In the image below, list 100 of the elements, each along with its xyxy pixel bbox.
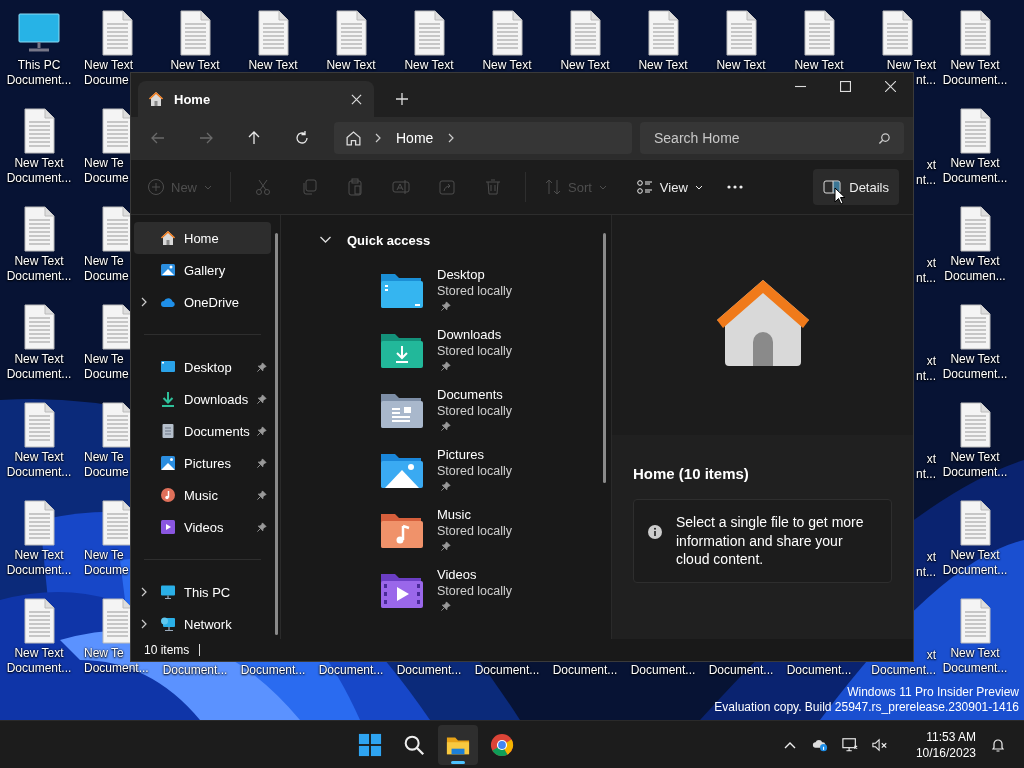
- file-name[interactable]: New Text: [950, 548, 1000, 563]
- nav-item[interactable]: Gallery: [134, 254, 271, 286]
- file-name[interactable]: New Text: [14, 156, 64, 171]
- chevron-right-icon[interactable]: [447, 133, 456, 143]
- tab[interactable]: Home: [138, 81, 374, 117]
- folder-name[interactable]: Pictures: [437, 447, 484, 463]
- text-file-icon[interactable]: [101, 500, 133, 546]
- file-name[interactable]: New Text: [950, 156, 1000, 171]
- file-name[interactable]: Document...: [6, 269, 72, 284]
- file-name[interactable]: xt: [926, 452, 936, 467]
- file-name[interactable]: Docume: [84, 73, 129, 88]
- list-icon[interactable]: [635, 178, 654, 196]
- text-file-icon[interactable]: [101, 402, 133, 448]
- chevron-right-icon[interactable]: [140, 619, 148, 629]
- file-name[interactable]: New Te: [84, 156, 124, 171]
- file-name[interactable]: nt...: [916, 173, 936, 188]
- file-name[interactable]: Document...: [942, 661, 1008, 676]
- file-name[interactable]: Docume: [84, 171, 129, 186]
- nav-item[interactable]: Network: [134, 608, 271, 640]
- file-name[interactable]: Docume: [84, 465, 129, 480]
- folder-name[interactable]: Videos: [437, 567, 477, 583]
- file-name[interactable]: Document...: [630, 663, 696, 678]
- file-name[interactable]: Document...: [942, 563, 1008, 578]
- file-name[interactable]: Document...: [6, 171, 72, 186]
- file-name[interactable]: New Text: [14, 352, 64, 367]
- clock-date[interactable]: 10/16/2023: [915, 744, 976, 761]
- chevron-right-icon[interactable]: [140, 297, 148, 307]
- file-name[interactable]: New Text: [950, 254, 1000, 269]
- file-name[interactable]: New Text: [950, 352, 1000, 367]
- file-name[interactable]: New Text: [14, 646, 64, 661]
- file-name[interactable]: New Text: [14, 254, 64, 269]
- details-button[interactable]: Details: [813, 169, 899, 205]
- file-name[interactable]: New Text: [794, 58, 844, 73]
- file-name[interactable]: nt...: [916, 369, 936, 384]
- scrollbar[interactable]: [275, 233, 278, 635]
- browser-icon[interactable]: [489, 732, 514, 757]
- file-name[interactable]: xt: [926, 354, 936, 369]
- monitor-icon[interactable]: [17, 10, 61, 54]
- file-name[interactable]: xt: [926, 256, 936, 271]
- text-file-icon[interactable]: [179, 10, 211, 56]
- file-name[interactable]: nt...: [916, 73, 936, 88]
- file-name[interactable]: Document...: [6, 563, 72, 578]
- home-icon[interactable]: [345, 129, 362, 147]
- text-file-icon[interactable]: [647, 10, 679, 56]
- file-name[interactable]: Document...: [942, 367, 1008, 382]
- folder-name[interactable]: Downloads: [437, 327, 502, 343]
- text-file-icon[interactable]: [23, 500, 55, 546]
- file-name[interactable]: New Text: [716, 58, 766, 73]
- monitor-icon[interactable]: [841, 736, 858, 753]
- file-name[interactable]: New Text: [950, 646, 1000, 661]
- file-name[interactable]: Document...: [6, 73, 72, 88]
- search-field[interactable]: Search Home: [640, 122, 904, 154]
- text-file-icon[interactable]: [23, 206, 55, 252]
- file-name[interactable]: New Text: [170, 58, 220, 73]
- text-file-icon[interactable]: [101, 10, 133, 56]
- bell-icon[interactable]: [990, 736, 1006, 753]
- file-name[interactable]: New Text: [14, 548, 64, 563]
- breadcrumb-item[interactable]: Home: [396, 130, 434, 146]
- arrow-up-icon[interactable]: [246, 130, 262, 146]
- nav-item[interactable]: Music: [134, 479, 271, 511]
- file-name[interactable]: New Text: [950, 58, 1000, 73]
- file-name[interactable]: New Text: [248, 58, 298, 73]
- text-file-icon[interactable]: [101, 108, 133, 154]
- chevron-right-icon[interactable]: [140, 587, 148, 597]
- scrollbar[interactable]: [603, 233, 606, 483]
- address-bar[interactable]: Home: [334, 122, 632, 154]
- text-file-icon[interactable]: [23, 108, 55, 154]
- section-title[interactable]: Quick access: [347, 232, 431, 248]
- file-name[interactable]: New Text: [886, 58, 936, 73]
- speaker-muted-icon[interactable]: [871, 736, 888, 753]
- text-file-icon[interactable]: [959, 402, 991, 448]
- nav-item[interactable]: Videos: [134, 511, 271, 543]
- file-name[interactable]: nt...: [916, 271, 936, 286]
- file-name[interactable]: Document...: [396, 663, 462, 678]
- text-file-icon[interactable]: [491, 10, 523, 56]
- file-name[interactable]: Document...: [942, 73, 1008, 88]
- file-name[interactable]: Docume: [84, 563, 129, 578]
- file-name[interactable]: nt...: [916, 565, 936, 580]
- nav-item[interactable]: Downloads: [134, 383, 271, 415]
- file-name[interactable]: New Text: [326, 58, 376, 73]
- folder-name[interactable]: Documents: [437, 387, 503, 403]
- file-name[interactable]: New Text: [560, 58, 610, 73]
- file-name[interactable]: Document...: [84, 661, 149, 676]
- text-file-icon[interactable]: [959, 108, 991, 154]
- folder-app-button[interactable]: [437, 724, 478, 765]
- file-name[interactable]: Document...: [871, 663, 936, 678]
- refresh-icon[interactable]: [294, 130, 310, 146]
- text-file-icon[interactable]: [803, 10, 835, 56]
- add-icon[interactable]: [396, 93, 408, 105]
- file-name[interactable]: Document...: [942, 465, 1008, 480]
- file-name[interactable]: New Te: [84, 352, 124, 367]
- file-name[interactable]: Document...: [6, 465, 72, 480]
- nav-item[interactable]: Pictures: [134, 447, 271, 479]
- text-file-icon[interactable]: [335, 10, 367, 56]
- file-name[interactable]: New Text: [482, 58, 532, 73]
- text-file-icon[interactable]: [959, 304, 991, 350]
- file-name[interactable]: Document...: [240, 663, 306, 678]
- nav-item[interactable]: Documents: [134, 415, 271, 447]
- file-name[interactable]: Document...: [474, 663, 540, 678]
- file-name[interactable]: Document...: [942, 171, 1008, 186]
